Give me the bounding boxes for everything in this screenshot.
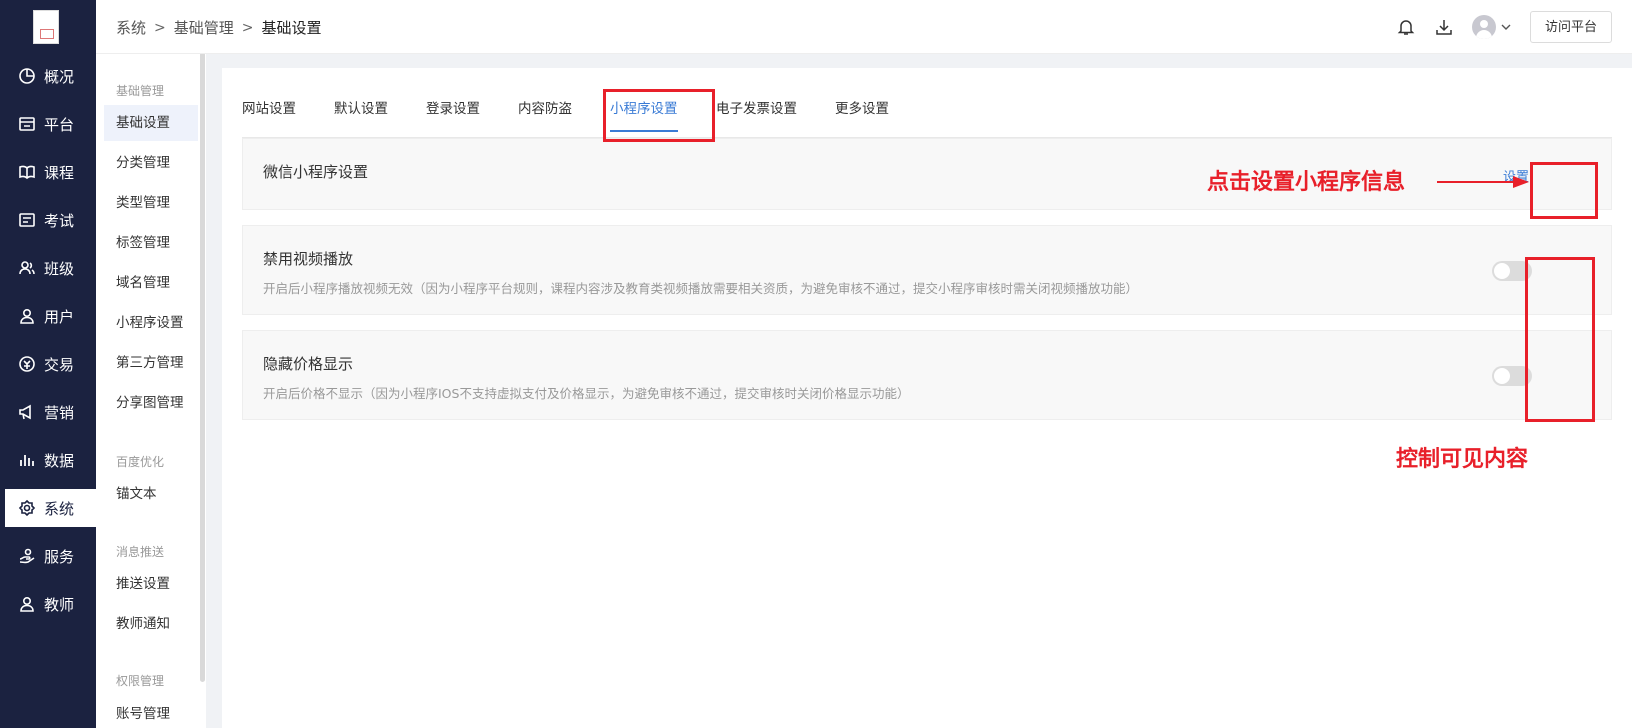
submenu-item-anchor-text[interactable]: 锚文本 (104, 476, 198, 512)
annotation-text: 点击设置小程序信息 (1207, 169, 1406, 195)
nav-label: 数据 (44, 451, 75, 470)
submenu-item-account[interactable]: 账号管理 (104, 696, 198, 728)
nav-label: 用户 (44, 307, 75, 326)
card-title: 微信小程序设置 (263, 163, 369, 181)
card-title: 隐藏价格显示 (263, 355, 354, 373)
hide-price-card: 隐藏价格显示 开启后价格不显示（因为小程序IOS不支持虚拟支付及价格显示，为避免… (242, 330, 1612, 420)
nav-item-exam[interactable]: 考试 (0, 201, 96, 239)
submenu-group-title: 消息推送 (116, 545, 165, 559)
annotation-text: 控制可见内容 (1396, 446, 1529, 472)
nav-item-teacher[interactable]: 教师 (0, 585, 96, 623)
megaphone-icon (18, 403, 36, 421)
breadcrumb-item[interactable]: 基础管理 (174, 17, 234, 38)
submenu-item-push-settings[interactable]: 推送设置 (104, 566, 198, 602)
user-icon (18, 307, 36, 325)
nav-label: 平台 (44, 115, 75, 134)
tab-e-invoice[interactable]: 电子发票设置 (716, 96, 797, 138)
nav-label: 考试 (44, 211, 75, 230)
nav-label: 营销 (44, 403, 75, 422)
submenu-item-category[interactable]: 分类管理 (104, 145, 198, 181)
breadcrumb-current: 基础设置 (261, 19, 322, 37)
nav-label: 系统 (44, 499, 75, 518)
chevron-down-icon[interactable] (1500, 21, 1512, 33)
app-logo (33, 10, 59, 44)
nav-item-course[interactable]: 课程 (0, 153, 96, 191)
annotation-box-toggles (1525, 257, 1595, 422)
nav-item-trade[interactable]: 交易 (0, 345, 96, 383)
tab-login[interactable]: 登录设置 (426, 96, 480, 138)
submenu-item-tag[interactable]: 标签管理 (104, 225, 198, 261)
nav-item-service[interactable]: 服务 (0, 537, 96, 575)
submenu-scrollbar[interactable] (200, 52, 205, 682)
money-icon (18, 355, 36, 373)
main-content: 网站设置 默认设置 登录设置 内容防盗 小程序设置 电子发票设置 更多设置 微信… (222, 68, 1632, 728)
submenu-item-share-image[interactable]: 分享图管理 (104, 385, 198, 421)
nav-label: 班级 (44, 259, 75, 278)
submenu-item-type[interactable]: 类型管理 (104, 185, 198, 221)
annotation-box-setup (1530, 162, 1598, 219)
user-menu[interactable] (1471, 15, 1512, 39)
tab-more[interactable]: 更多设置 (835, 96, 889, 138)
store-icon (18, 115, 36, 133)
tab-anti-theft[interactable]: 内容防盗 (518, 96, 572, 138)
nav-label: 教师 (44, 595, 75, 614)
disable-video-card: 禁用视频播放 开启后小程序播放视频无效（因为小程序平台规则，课程内容涉及教育类视… (242, 225, 1612, 315)
nav-label: 概况 (44, 67, 75, 86)
avatar[interactable] (1471, 15, 1496, 39)
nav-item-user[interactable]: 用户 (0, 297, 96, 335)
gear-icon (18, 499, 36, 517)
nav-item-overview[interactable]: 概况 (0, 57, 96, 95)
card-title: 禁用视频播放 (263, 250, 354, 268)
submenu-item-basic-settings[interactable]: 基础设置 (104, 105, 198, 141)
download-icon[interactable] (1434, 17, 1454, 37)
group-icon (18, 259, 36, 277)
nav-label: 课程 (44, 163, 75, 182)
submenu-item-teacher-notice[interactable]: 教师通知 (104, 606, 198, 642)
nav-item-marketing[interactable]: 营销 (0, 393, 96, 431)
exam-icon (18, 211, 36, 229)
chevron-right-icon: > (154, 19, 166, 36)
header-actions: 访问平台 (1396, 11, 1612, 43)
nav-label: 交易 (44, 355, 75, 374)
wechat-miniprogram-card: 微信小程序设置 设置 (242, 138, 1612, 210)
submenu-group-title: 百度优化 (116, 455, 165, 469)
teacher-icon (18, 595, 36, 613)
book-icon (18, 163, 36, 181)
visit-platform-button[interactable]: 访问平台 (1529, 11, 1612, 43)
submenu-item-miniprogram[interactable]: 小程序设置 (104, 305, 198, 341)
chevron-right-icon: > (241, 19, 254, 36)
arrow-right-icon (1437, 176, 1529, 188)
sub-menu: 基础管理 基础设置 分类管理 类型管理 标签管理 域名管理 小程序设置 第三方管… (96, 0, 206, 728)
card-description: 开启后小程序播放视频无效（因为小程序平台规则，课程内容涉及教育类视频播放需要相关… (263, 281, 1139, 296)
nav-item-platform[interactable]: 平台 (0, 105, 96, 143)
nav-item-class[interactable]: 班级 (0, 249, 96, 287)
nav-item-data[interactable]: 数据 (0, 441, 96, 479)
submenu-group-title: 基础管理 (116, 84, 165, 98)
pie-chart-icon (18, 67, 36, 85)
main-nav: 概况 平台 课程 考试 班级 用户 交易 营销 数据 系统 服务 教师 (0, 0, 96, 728)
service-icon (18, 547, 36, 565)
settings-tabs: 网站设置 默认设置 登录设置 内容防盗 小程序设置 电子发票设置 更多设置 (242, 96, 1612, 138)
tab-default[interactable]: 默认设置 (334, 96, 388, 138)
submenu-group-title: 权限管理 (116, 674, 165, 688)
submenu-item-third-party[interactable]: 第三方管理 (104, 345, 198, 381)
breadcrumb: 系统 > 基础管理 > 基础设置 (116, 17, 322, 38)
nav-item-system[interactable]: 系统 (5, 489, 96, 527)
tab-website[interactable]: 网站设置 (242, 96, 296, 138)
top-header: 系统 > 基础管理 > 基础设置 访问平台 (96, 0, 1632, 54)
bell-icon[interactable] (1396, 17, 1416, 37)
bar-chart-icon (18, 451, 36, 469)
card-description: 开启后价格不显示（因为小程序IOS不支持虚拟支付及价格显示，为避免审核不通过，提… (263, 386, 910, 401)
breadcrumb-item[interactable]: 系统 (116, 17, 146, 38)
nav-label: 服务 (44, 547, 75, 566)
submenu-item-domain[interactable]: 域名管理 (104, 265, 198, 301)
annotation-box-tab (603, 89, 715, 142)
